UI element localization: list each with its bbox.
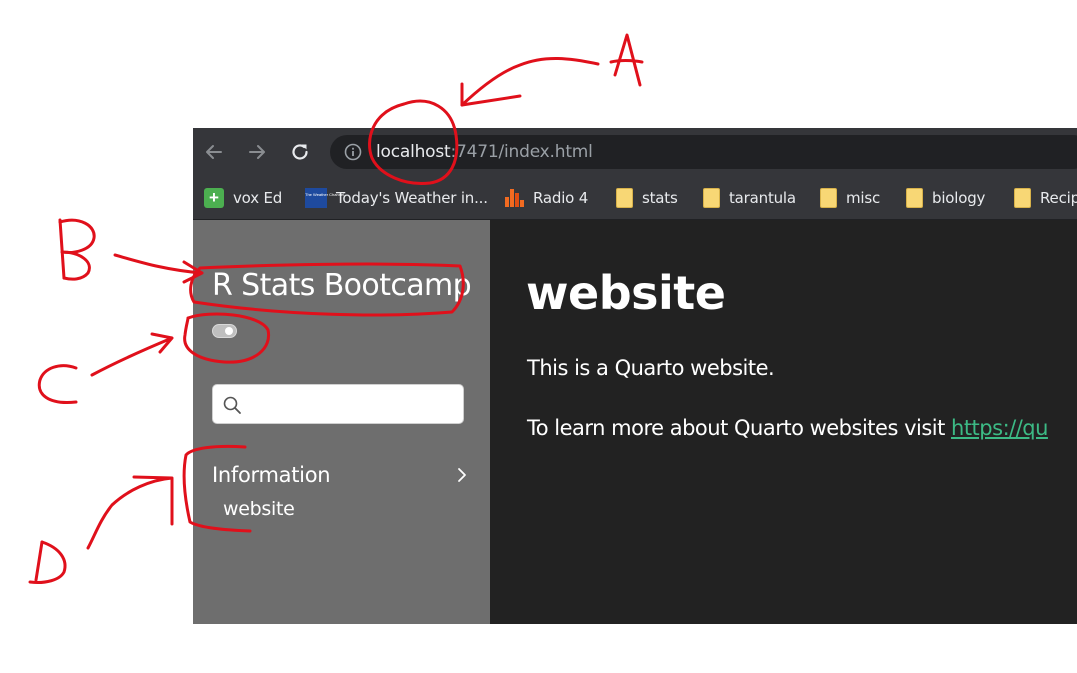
search-box[interactable] bbox=[212, 384, 464, 424]
bookmark-folder-biology[interactable]: biology bbox=[906, 186, 985, 210]
bookmark-label: tarantula bbox=[729, 189, 796, 207]
forward-arrow-icon[interactable] bbox=[245, 140, 269, 164]
back-arrow-icon[interactable] bbox=[202, 140, 226, 164]
main-content: website This is a Quarto website. To lea… bbox=[490, 220, 1077, 624]
learn-more-text: To learn more about Quarto websites visi… bbox=[527, 416, 952, 440]
quarto-websites-link[interactable]: https://qu bbox=[951, 416, 1048, 440]
bookmark-label: Recip bbox=[1040, 189, 1077, 207]
chevron-right-icon[interactable] bbox=[455, 466, 469, 484]
bookmark-folder-recipes[interactable]: Recip bbox=[1014, 186, 1077, 210]
radio-bars-icon bbox=[504, 188, 524, 208]
bookmark-folder-tarantula[interactable]: tarantula bbox=[703, 186, 796, 210]
annotation-d-arrow bbox=[86, 475, 174, 550]
plus-icon: + bbox=[204, 188, 224, 208]
annotation-letter-c-drawn bbox=[37, 364, 78, 404]
sidebar: R Stats Bootcamp Information website bbox=[193, 220, 490, 624]
site-title[interactable]: R Stats Bootcamp bbox=[212, 268, 472, 303]
annotation-letter-d-drawn bbox=[28, 540, 67, 584]
reload-icon[interactable] bbox=[288, 140, 312, 164]
bookmark-label: misc bbox=[846, 189, 881, 207]
page-title: website bbox=[526, 266, 726, 320]
annotation-b-arrow bbox=[113, 253, 204, 284]
folder-icon bbox=[1014, 188, 1031, 208]
bookmarks-bar: + vox Ed The Weather Channel Today's Wea… bbox=[193, 176, 1077, 220]
annotation-letter-b-drawn bbox=[58, 218, 96, 281]
weather-channel-icon: The Weather Channel bbox=[305, 188, 344, 208]
url-path: :7471/index.html bbox=[450, 142, 593, 162]
url-text[interactable]: localhost:7471/index.html bbox=[376, 142, 593, 162]
learn-more-paragraph: To learn more about Quarto websites visi… bbox=[527, 416, 1048, 440]
sidebar-item-website[interactable]: website bbox=[223, 498, 295, 520]
annotation-c-arrow bbox=[90, 332, 174, 377]
bookmark-weather[interactable]: The Weather Channel Today's Weather in..… bbox=[305, 186, 488, 210]
url-host: localhost bbox=[376, 142, 451, 162]
folder-icon bbox=[820, 188, 837, 208]
bookmark-label: vox Ed bbox=[233, 189, 283, 207]
dark-mode-toggle[interactable] bbox=[212, 324, 237, 338]
bookmark-radio-4[interactable]: Radio 4 bbox=[504, 186, 588, 210]
site-info-icon[interactable] bbox=[344, 143, 362, 161]
address-bar[interactable]: localhost:7471/index.html bbox=[330, 135, 1077, 169]
browser-toolbar: localhost:7471/index.html bbox=[193, 128, 1077, 176]
bookmark-label: biology bbox=[932, 189, 986, 207]
bookmark-label: stats bbox=[642, 189, 678, 207]
bookmark-folder-misc[interactable]: misc bbox=[820, 186, 880, 210]
folder-icon bbox=[703, 188, 720, 208]
annotation-letter-a-drawn bbox=[609, 33, 644, 87]
quarto-page: R Stats Bootcamp Information website web… bbox=[193, 220, 1077, 624]
bookmark-label: Radio 4 bbox=[533, 189, 589, 207]
bookmark-folder-stats[interactable]: stats bbox=[616, 186, 678, 210]
intro-paragraph: This is a Quarto website. bbox=[527, 356, 775, 380]
bookmark-vox-ed[interactable]: + vox Ed bbox=[204, 186, 282, 210]
sidebar-section-information[interactable]: Information bbox=[212, 460, 469, 490]
bookmark-label: Today's Weather in... bbox=[336, 189, 488, 207]
folder-icon bbox=[616, 188, 633, 208]
browser-window: localhost:7471/index.html + vox Ed The W… bbox=[193, 128, 1077, 624]
sidebar-section-label: Information bbox=[212, 463, 331, 487]
folder-icon bbox=[906, 188, 923, 208]
search-input[interactable] bbox=[251, 391, 455, 417]
search-icon bbox=[223, 396, 241, 414]
annotation-a-arrow bbox=[460, 56, 600, 107]
